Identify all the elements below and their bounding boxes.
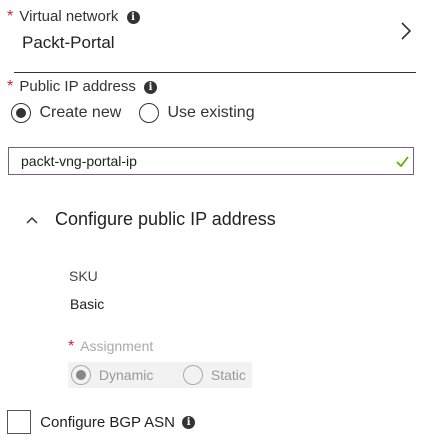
bgp-checkbox-row[interactable]: Configure BGP ASN i xyxy=(7,410,196,434)
public-ip-label-row: * Public IP address i xyxy=(7,78,158,96)
vnet-field[interactable]: * Virtual network i Packt-Portal xyxy=(7,6,417,68)
configure-ip-section-title: Configure public IP address xyxy=(55,209,276,229)
radio-use-existing-control[interactable] xyxy=(139,103,159,123)
assignment-label: Assignment xyxy=(80,338,154,354)
required-mark: * xyxy=(68,338,75,355)
radio-create-new-label: Create new xyxy=(39,104,122,121)
radio-dynamic-label: Dynamic xyxy=(98,367,154,383)
public-ip-name-value: packt-vng-portal-ip xyxy=(21,153,137,169)
assignment-label-row: * Assignment xyxy=(68,338,153,356)
assignment-radio-group: Dynamic Static xyxy=(68,362,252,388)
configure-ip-section-header[interactable]: Configure public IP address xyxy=(26,209,276,230)
public-ip-label: Public IP address xyxy=(19,78,136,95)
info-icon[interactable]: i xyxy=(144,80,158,94)
vnet-label: Virtual network xyxy=(19,8,119,25)
info-icon[interactable]: i xyxy=(182,415,196,429)
radio-static-label: Static xyxy=(210,367,246,383)
sku-value: Basic xyxy=(70,296,105,312)
radio-static-control[interactable] xyxy=(183,365,203,385)
bgp-label: Configure BGP ASN xyxy=(40,413,175,431)
vnet-value: Packt-Portal xyxy=(22,33,115,52)
radio-static[interactable]: Static xyxy=(183,365,246,385)
sku-label: SKU xyxy=(69,268,98,284)
radio-dynamic-control[interactable] xyxy=(71,365,91,385)
chevron-up-icon xyxy=(26,216,38,224)
radio-create-new[interactable]: Create new xyxy=(11,103,121,123)
required-mark: * xyxy=(7,78,14,95)
bgp-checkbox[interactable] xyxy=(7,410,31,434)
required-mark: * xyxy=(7,8,14,25)
info-icon[interactable]: i xyxy=(126,10,140,24)
radio-use-existing[interactable]: Use existing xyxy=(139,103,255,123)
checkmark-icon xyxy=(396,156,409,167)
radio-use-existing-label: Use existing xyxy=(167,104,255,121)
radio-create-new-control[interactable] xyxy=(11,103,31,123)
chevron-right-icon xyxy=(401,22,412,40)
divider xyxy=(14,72,416,73)
public-ip-name-input[interactable]: packt-vng-portal-ip xyxy=(8,147,414,175)
radio-dynamic[interactable]: Dynamic xyxy=(71,365,153,385)
